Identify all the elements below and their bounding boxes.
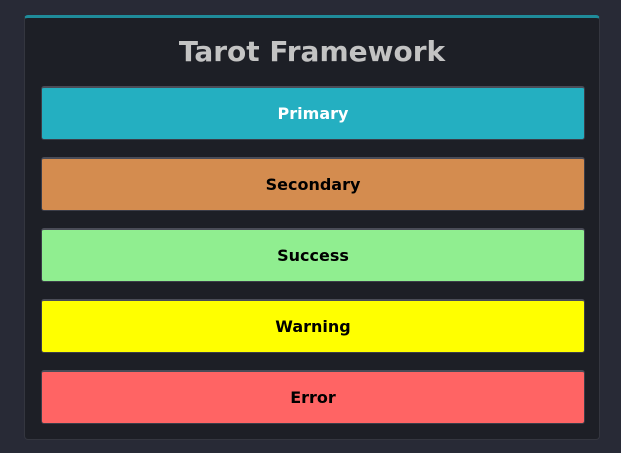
warning-button[interactable]: Warning (41, 299, 585, 353)
page-title: Tarot Framework (178, 35, 446, 68)
success-button[interactable]: Success (41, 228, 585, 282)
secondary-button[interactable]: Secondary (41, 157, 585, 211)
error-button[interactable]: Error (41, 370, 585, 424)
primary-button[interactable]: Primary (41, 86, 585, 140)
framework-panel: Tarot Framework Primary Secondary Succes… (24, 15, 600, 440)
